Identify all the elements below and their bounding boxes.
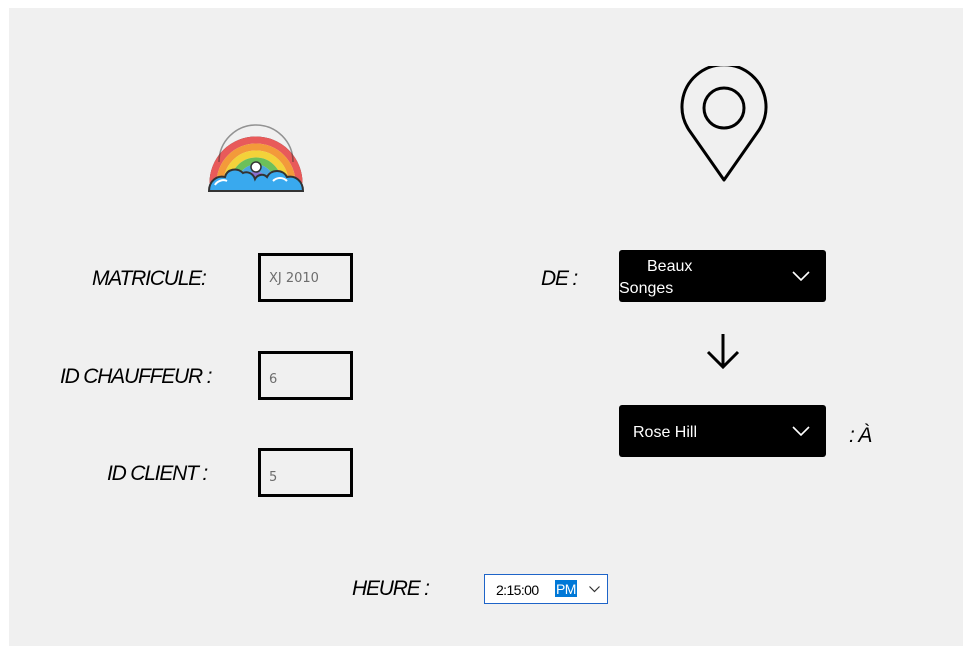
from-location-select[interactable]: Beaux Songes [619,250,826,302]
from-label: DE : [541,267,578,290]
to-location-select[interactable]: Rose Hill [619,405,826,457]
from-selected-line1: Beaux [647,258,693,275]
id-client-input[interactable] [269,456,346,499]
form-panel [9,8,963,646]
matricule-field[interactable] [258,253,353,302]
chevron-down-icon[interactable] [589,586,600,593]
time-period[interactable]: PM [555,580,577,597]
location-pin-icon [680,66,768,182]
to-selected: Rose Hill [633,424,698,441]
rainbow-cloud-icon [207,124,305,192]
id-chauffeur-input[interactable] [269,358,346,401]
time-value[interactable]: 2:15:00 [496,582,539,598]
matricule-label: MATRICULE: [92,267,207,290]
id-chauffeur-field[interactable] [258,351,353,401]
matricule-input[interactable] [269,257,346,300]
heure-label: HEURE : [352,577,430,600]
id-client-label: ID CLIENT : [107,462,208,485]
chevron-down-icon[interactable] [792,271,810,281]
id-chauffeur-label: ID CHAUFFEUR : [60,365,212,388]
chevron-down-icon[interactable] [792,426,810,436]
from-selected-line2: Songes [619,280,674,297]
to-label: : À [849,424,872,447]
arrow-down-icon [706,334,740,370]
time-picker[interactable]: 2:15:00 PM [484,574,608,604]
id-client-field[interactable] [258,448,353,499]
